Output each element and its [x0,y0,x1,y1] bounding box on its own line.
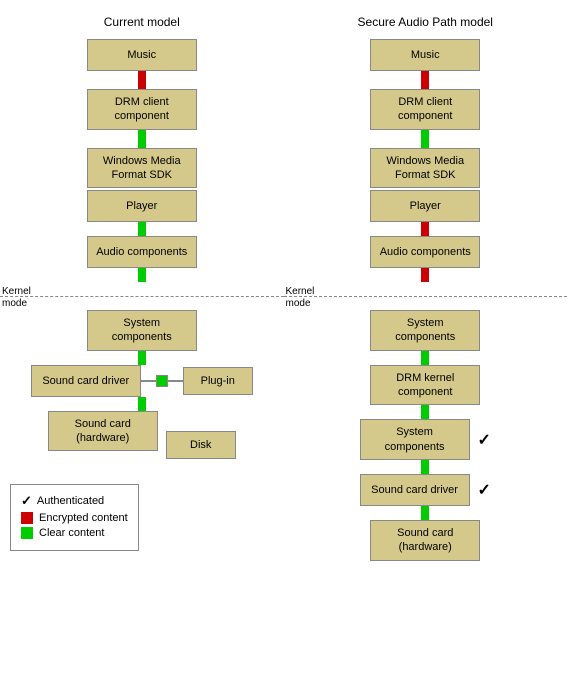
left-red-bar-1 [138,71,146,89]
left-audio-components-box: Audio components [87,236,197,268]
right-system-2-row: System components ✓ [360,419,491,460]
left-green-bar-4 [138,351,146,365]
right-system-components-2-box: System components [360,419,470,460]
legend-authenticated-label: Authenticated [37,495,104,507]
left-green-bar-1 [138,130,146,148]
right-wmf-sdk-box: Windows Media Format SDK [370,148,480,189]
right-red-bar-2 [421,222,429,236]
checkmark-2-icon: ✓ [478,480,491,500]
left-h-line-1 [141,380,156,382]
left-disk-box: Disk [166,431,236,459]
right-music-box: Music [370,39,480,71]
left-green-bar-3 [138,268,146,282]
left-sound-hw-row: Sound card (hardware) Disk [48,411,236,459]
left-kernel-label: Kernelmode [2,286,31,310]
right-column-title: Secure Audio Path model [358,15,493,29]
right-player-box: Player [370,190,480,222]
right-audio-components-box: Audio components [370,236,480,268]
right-green-bar-4 [421,460,429,474]
left-player-box: Player [87,190,197,222]
left-plugin-icon [156,375,168,387]
right-green-bar-5 [421,506,429,520]
right-system-components-1-box: System components [370,310,480,351]
right-drm-client-box: DRM client component [370,89,480,130]
left-system-components-box: System components [87,310,197,351]
right-sound-card-hw-box: Sound card (hardware) [370,520,480,561]
right-kernel-separator: Kernelmode [284,286,567,306]
left-sound-driver-row: Sound card driver Plug-in [31,365,253,397]
legend-encrypted-label: Encrypted content [39,512,128,524]
left-green-bar-2 [138,222,146,236]
right-green-bar-2 [421,351,429,365]
checkmark-icon: ✓ [21,493,32,509]
right-sound-driver-row: Sound card driver ✓ [360,474,491,506]
legend-clear-label: Clear content [39,527,104,539]
clear-color-swatch [21,527,33,539]
left-music-box: Music [87,39,197,71]
right-kernel-label: Kernelmode [286,286,315,310]
left-wmf-sdk-box: Windows Media Format SDK [87,148,197,189]
legend-clear: Clear content [21,527,128,539]
right-red-bar-3 [421,268,429,282]
left-plugin-connector: Plug-in [141,367,253,395]
left-disk-container: Disk [166,431,236,459]
left-sound-card-driver-box: Sound card driver [31,365,141,397]
left-green-bar-5 [138,397,146,411]
left-kernel-separator: Kernelmode [0,286,284,306]
left-column-title: Current model [104,15,180,29]
left-plugin-box: Plug-in [183,367,253,395]
legend-encrypted: Encrypted content [21,512,128,524]
checkmark-1-icon: ✓ [478,430,491,450]
left-drm-client-box: DRM client component [87,89,197,130]
legend: ✓ Authenticated Encrypted content Clear … [10,484,139,551]
encrypted-color-swatch [21,512,33,524]
right-green-bar-1 [421,130,429,148]
right-green-bar-3 [421,405,429,419]
legend-authenticated: ✓ Authenticated [21,493,128,509]
right-sound-card-driver-box: Sound card driver [360,474,470,506]
left-sound-card-hw-box: Sound card (hardware) [48,411,158,452]
left-h-line-2 [168,380,183,382]
right-drm-kernel-box: DRM kernel component [370,365,480,406]
right-red-bar-1 [421,71,429,89]
